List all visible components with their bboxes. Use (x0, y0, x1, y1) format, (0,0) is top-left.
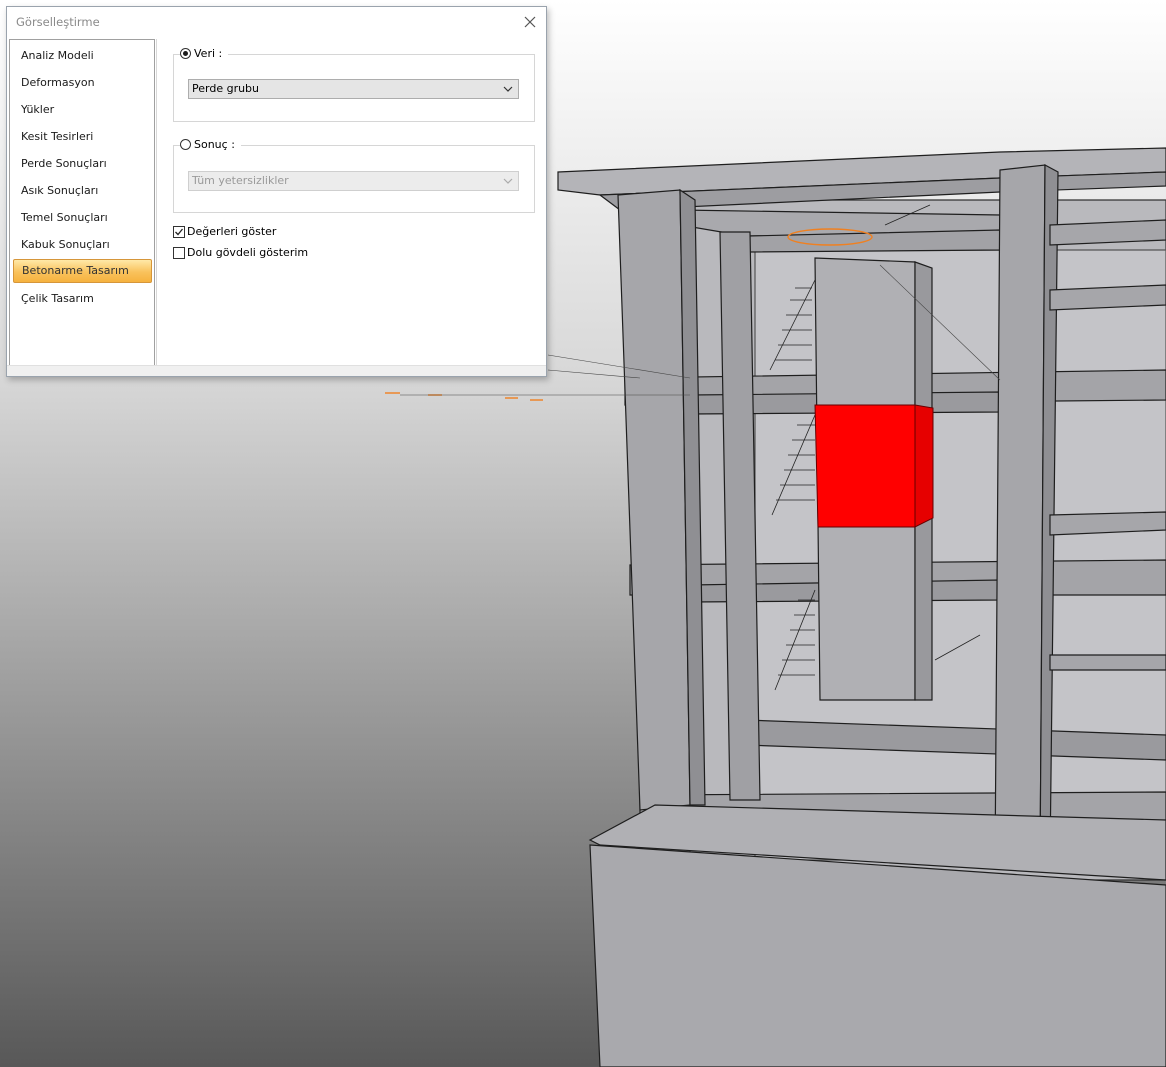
sonuc-radio[interactable] (180, 139, 191, 150)
show-values-option[interactable]: Değerleri göster (173, 225, 276, 238)
dialog-titlebar[interactable]: Görselleştirme (7, 7, 546, 37)
sonuc-combobox: Tüm yetersizlikler (188, 171, 519, 191)
nav-item-kesit-tesirleri[interactable]: Kesit Tesirleri (13, 125, 152, 148)
nav-item-betonarme-tasarim[interactable]: Betonarme Tasarım (13, 259, 152, 283)
nav-item-asik-sonuclari[interactable]: Asık Sonuçları (13, 179, 152, 202)
highlighted-wall[interactable] (814, 404, 934, 528)
show-values-checkbox[interactable] (173, 225, 185, 238)
solid-display-label: Dolu gövdeli gösterim (187, 246, 309, 259)
veri-radio-option[interactable]: Veri : (180, 47, 229, 60)
checkmark-icon (175, 228, 184, 235)
settings-panel: Veri : Perde grubu Sonuç : Tüm yetersizl… (158, 39, 545, 366)
nav-item-analiz-modeli[interactable]: Analiz Modeli (13, 44, 152, 67)
veri-label: Veri : (194, 47, 223, 60)
nav-item-celik-tasarim[interactable]: Çelik Tasarım (13, 287, 152, 310)
veri-combobox[interactable]: Perde grubu (188, 79, 519, 99)
sonuc-combobox-value: Tüm yetersizlikler (192, 174, 289, 187)
nav-item-perde-sonuclari[interactable]: Perde Sonuçları (13, 152, 152, 175)
chevron-down-icon (503, 86, 513, 92)
sonuc-label: Sonuç : (194, 138, 235, 151)
sonuc-radio-option[interactable]: Sonuç : (180, 138, 241, 151)
veri-combobox-value: Perde grubu (192, 82, 260, 95)
close-icon (524, 16, 536, 28)
dialog-bottom-strip (7, 365, 546, 376)
solid-display-checkbox[interactable] (173, 246, 185, 259)
visualization-dialog: Görselleştirme Analiz Modeli Deformasyon… (6, 6, 547, 377)
chevron-down-icon (503, 178, 513, 184)
veri-radio[interactable] (180, 48, 191, 59)
nav-item-kabuk-sonuclari[interactable]: Kabuk Sonuçları (13, 233, 152, 256)
dialog-title: Görselleştirme (16, 15, 100, 29)
nav-item-deformasyon[interactable]: Deformasyon (13, 71, 152, 94)
panel-separator (156, 39, 157, 366)
close-button[interactable] (520, 12, 540, 32)
show-values-label: Değerleri göster (187, 225, 277, 238)
nav-item-temel-sonuclari[interactable]: Temel Sonuçları (13, 206, 152, 229)
solid-display-option[interactable]: Dolu gövdeli gösterim (173, 246, 308, 259)
category-list: Analiz Modeli Deformasyon Yükler Kesit T… (9, 39, 155, 366)
building-model (557, 147, 1166, 1067)
nav-item-yukler[interactable]: Yükler (13, 98, 152, 121)
